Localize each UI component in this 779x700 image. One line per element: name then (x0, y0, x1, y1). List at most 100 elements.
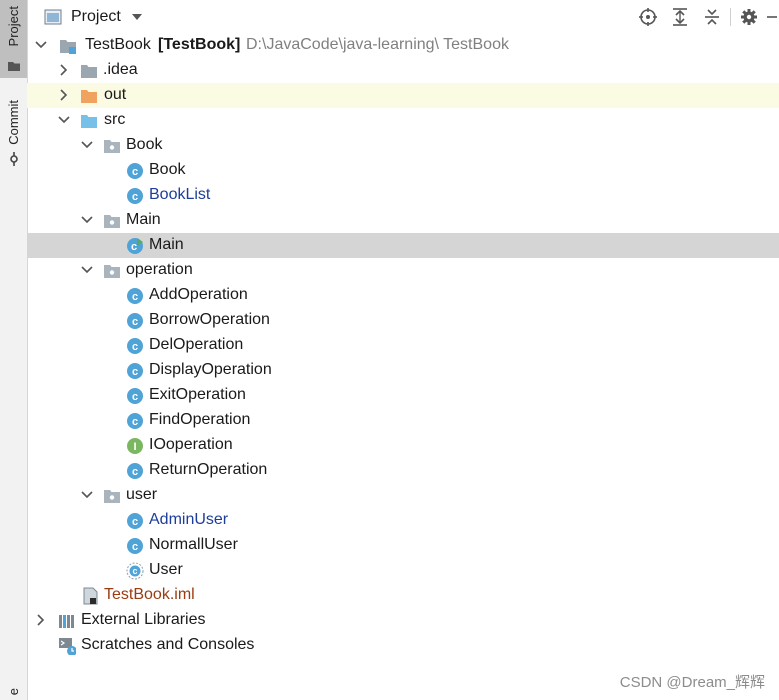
chevron-down-icon[interactable] (80, 138, 94, 152)
class-label: AdminUser (149, 511, 229, 528)
svg-text:c: c (132, 541, 138, 553)
expand-all-button[interactable] (664, 0, 696, 33)
tree-node-root[interactable]: TestBook [TestBook] D:\JavaCode\java-lea… (27, 33, 779, 58)
scratches-icon (59, 638, 76, 655)
pkg-user-label: user (126, 486, 158, 503)
root-module: [TestBook] (158, 36, 241, 53)
view-dropdown-icon[interactable] (131, 13, 143, 21)
tree-node-class-deloperation[interactable]: c DelOperation (27, 333, 779, 358)
tree-node-iml-file[interactable]: TestBook.iml (27, 583, 779, 608)
class-label: User (149, 561, 183, 578)
project-panel-header: Project (27, 0, 779, 33)
class-icon: c (127, 388, 143, 404)
tree-node-external-libraries[interactable]: External Libraries (27, 608, 779, 633)
class-book-label: Book (149, 161, 186, 178)
src-label: src (104, 111, 126, 128)
svg-text:c: c (132, 366, 138, 378)
svg-text:c: c (132, 291, 138, 303)
select-opened-file-button[interactable] (632, 0, 664, 33)
tree-node-class-main[interactable]: c Main (27, 233, 779, 258)
scratches-label: Scratches and Consoles (81, 636, 255, 653)
tree-node-class-findoperation[interactable]: c FindOperation (27, 408, 779, 433)
class-icon: c (127, 313, 143, 329)
package-icon (104, 490, 120, 503)
tree-node-pkg-book[interactable]: Book (27, 133, 779, 158)
collapse-all-icon (705, 8, 719, 25)
iml-file-label: TestBook.iml (104, 586, 195, 603)
package-icon (104, 215, 120, 228)
svg-text:c: c (132, 466, 138, 478)
tree-node-interface-iooperation[interactable]: I IOoperation (27, 433, 779, 458)
locate-icon (639, 7, 657, 26)
class-icon: c (127, 338, 143, 354)
class-label: DisplayOperation (149, 361, 272, 378)
class-label: BorrowOperation (149, 311, 270, 328)
external-libraries-label: External Libraries (81, 611, 206, 628)
tree-node-pkg-user[interactable]: user (27, 483, 779, 508)
project-tab-label: Project (6, 6, 21, 47)
collapse-all-button[interactable] (696, 0, 728, 33)
tree-node-idea[interactable]: .idea (27, 58, 779, 83)
class-label: ReturnOperation (149, 461, 268, 478)
tree-node-out[interactable]: out (27, 83, 779, 108)
chevron-right-icon[interactable] (57, 63, 71, 77)
chevron-down-icon[interactable] (80, 488, 94, 502)
svg-text:c: c (132, 316, 138, 328)
svg-text:c: c (132, 341, 138, 353)
chevron-down-icon[interactable] (80, 213, 94, 227)
tree-node-class-returnoperation[interactable]: c ReturnOperation (27, 458, 779, 483)
commit-tab-label: Commit (6, 100, 21, 145)
commit-tool-tab[interactable]: Commit (0, 96, 27, 170)
interface-icon: I (127, 438, 143, 454)
expand-all-icon (673, 7, 687, 26)
pkg-operation-label: operation (126, 261, 193, 278)
class-label: AddOperation (149, 286, 248, 303)
tree-node-class-booklist[interactable]: c BookList (27, 183, 779, 208)
module-folder-icon (60, 40, 76, 54)
tree-node-class-user[interactable]: c User (27, 558, 779, 583)
class-icon: c (127, 188, 143, 204)
svg-text:I: I (133, 441, 136, 453)
package-icon (104, 265, 120, 278)
folder-icon (8, 62, 20, 71)
project-tool-tab[interactable]: Project (0, 0, 27, 78)
tree-node-scratches[interactable]: Scratches and Consoles (27, 633, 779, 658)
class-label: DelOperation (149, 336, 244, 353)
chevron-down-icon[interactable] (34, 38, 48, 52)
tree-node-class-addoperation[interactable]: c AddOperation (27, 283, 779, 308)
chevron-down-icon[interactable] (80, 263, 94, 277)
tree-node-pkg-main[interactable]: Main (27, 208, 779, 233)
tree-node-src[interactable]: src (27, 108, 779, 133)
tree-node-class-book[interactable]: c Book (27, 158, 779, 183)
svg-text:c: c (131, 241, 137, 253)
svg-text:c: c (132, 191, 138, 203)
hide-panel-button[interactable] (765, 0, 779, 33)
settings-button[interactable] (733, 0, 765, 33)
folder-icon (81, 65, 97, 78)
svg-text:c: c (132, 391, 138, 403)
abstract-class-icon: c (126, 562, 144, 580)
tree-node-class-normalluser[interactable]: c NormallUser (27, 533, 779, 558)
gear-icon (741, 8, 757, 25)
bottom-tool-tab[interactable]: e (0, 688, 27, 700)
class-icon: c (127, 463, 143, 479)
package-icon (104, 140, 120, 153)
tree-node-class-displayoperation[interactable]: c DisplayOperation (27, 358, 779, 383)
class-icon: c (127, 513, 143, 529)
idea-label: .idea (103, 61, 138, 78)
chevron-right-icon[interactable] (57, 88, 71, 102)
chevron-right-icon[interactable] (34, 613, 48, 627)
root-name: TestBook (85, 36, 151, 53)
out-label: out (104, 86, 127, 103)
tree-node-class-exitoperation[interactable]: c ExitOperation (27, 383, 779, 408)
class-label: NormallUser (149, 536, 238, 553)
tree-node-class-adminuser[interactable]: c AdminUser (27, 508, 779, 533)
excluded-folder-icon (81, 90, 97, 103)
tree-node-pkg-operation[interactable]: operation (27, 258, 779, 283)
chevron-down-icon[interactable] (57, 113, 71, 127)
tree-node-class-borrowoperation[interactable]: c BorrowOperation (27, 308, 779, 333)
svg-text:c: c (132, 516, 138, 528)
project-view-icon (44, 9, 62, 24)
pkg-main-label: Main (126, 211, 161, 228)
header-toolbar (632, 0, 779, 33)
